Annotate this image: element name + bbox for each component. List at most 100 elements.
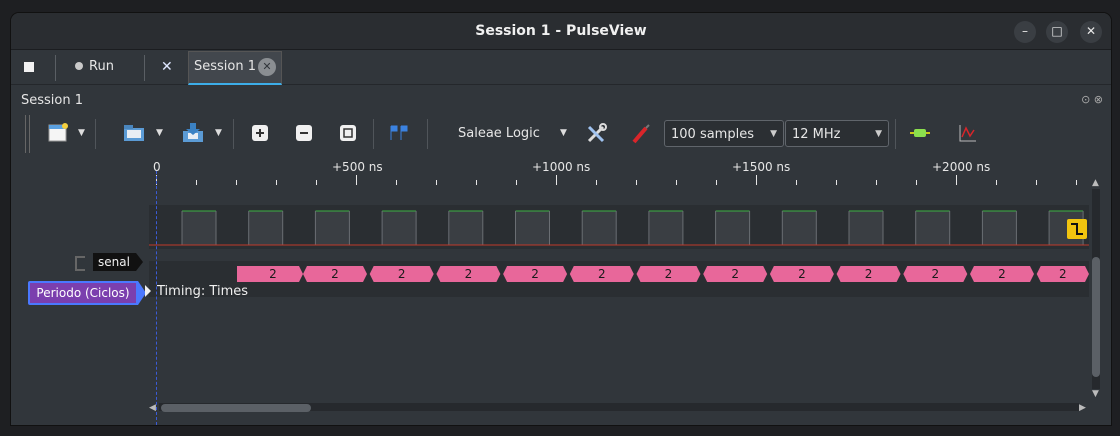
settings-button[interactable]: ✕ [161,50,173,84]
annotation-text: 2 [269,267,277,281]
open-button[interactable] [123,122,145,144]
ruler-tick [636,180,637,185]
high-pulse [182,211,216,245]
save-dropdown-icon[interactable]: ▼ [215,128,222,138]
float-icon[interactable]: ⊙ [1081,93,1090,106]
annotation-text: 2 [731,267,739,281]
ruler-tick [356,175,357,185]
channel-color-icon [75,256,85,271]
folder-icon [124,125,144,141]
ruler-tick [276,180,277,185]
zoom-in-button[interactable] [250,122,272,144]
high-pulse [782,211,817,245]
probe-icon [632,124,650,144]
separator [95,119,96,149]
annotation-text: 2 [1059,267,1067,281]
maximize-button[interactable]: □ [1046,21,1068,43]
decoder-icon [910,129,930,137]
scroll-right-icon[interactable]: ▶ [1079,403,1086,413]
samplerate-combo[interactable]: 12 MHz ▼ [785,120,889,147]
decoder-row-title: Timing: Times [157,284,249,299]
new-session-button[interactable] [47,122,69,144]
waveform [149,210,1089,246]
panel-controls: ⊙ ⊗ [1081,93,1103,106]
ruler-tick [996,180,997,185]
trace-view: 0 +500 ns +1000 ns +1500 ns +2000 ns 2 2 2 2 2 2 2… [11,157,1111,425]
digital-trace[interactable] [149,205,1089,249]
separator [427,119,428,149]
cursor-button[interactable] [388,122,410,144]
high-pulse [915,211,950,245]
ruler-tick [1036,180,1037,185]
channel-label-tail [136,253,143,271]
tools-icon [587,123,607,143]
annotation-text: 2 [465,267,473,281]
run-icon [75,62,83,70]
scroll-down-icon[interactable]: ▼ [1092,389,1099,399]
ruler-tick [316,180,317,185]
device-config-button[interactable] [586,122,608,144]
stop-icon [24,62,34,72]
zoom-fit-button[interactable] [338,122,360,144]
annotation-text: 2 [598,267,606,281]
new-dropdown-icon[interactable]: ▼ [78,128,85,138]
save-button[interactable] [182,122,204,144]
zoom-out-icon [296,125,312,141]
row-expand-icon[interactable] [145,285,151,297]
ruler-tick [836,180,837,185]
time-ruler[interactable]: 0 +500 ns +1000 ns +1500 ns +2000 ns [149,157,1089,187]
zoom-fit-icon [340,125,356,141]
run-button[interactable]: Run [75,50,114,84]
chevron-down-icon: ▼ [875,129,882,139]
annotation-text: 2 [865,267,873,281]
run-label: Run [89,59,114,74]
zoom-out-button[interactable] [294,122,316,144]
decoder-label-periodo[interactable]: Periodo (Ciclos) [28,281,138,305]
minimize-button[interactable]: – [1014,21,1036,43]
tools-icon: ✕ [161,59,173,75]
device-selector[interactable]: Saleae Logic ▼ [458,120,567,147]
window-title: Session 1 - PulseView [475,23,647,39]
chevron-down-icon: ▼ [770,129,777,139]
close-button[interactable]: ✕ [1080,21,1102,43]
decoder-annotations: 2 2 2 2 2 2 2 2 2 2 2 2 2 [237,266,1089,282]
save-icon [183,123,203,142]
separator [895,119,896,149]
ruler-tick [916,180,917,185]
stop-button[interactable] [24,50,34,84]
high-pulse [982,211,1017,245]
high-pulse [382,211,417,245]
channel-label-senal[interactable]: senal [93,253,136,271]
ruler-tick [596,180,597,185]
close-panel-icon[interactable]: ⊗ [1094,93,1103,106]
scroll-up-icon[interactable]: ▲ [1092,178,1099,188]
decoder-trace[interactable]: 2 2 2 2 2 2 2 2 2 2 2 2 2 [149,261,1089,297]
scroll-left-icon[interactable]: ◀ [149,403,156,413]
ruler-tick [436,180,437,185]
tab-session-1[interactable]: Session 1 ✕ [188,51,282,85]
ruler-tick [676,180,677,185]
math-icon [959,125,976,142]
math-channel-button[interactable] [957,122,979,144]
horizontal-scroll-thumb[interactable] [161,404,311,412]
annotation-text: 2 [665,267,673,281]
title-bar: Session 1 - PulseView – □ ✕ [11,13,1111,50]
ruler-tick [956,175,957,185]
probe-config-button[interactable] [630,122,652,144]
trigger-falling-edge-icon[interactable] [1067,219,1087,239]
add-decoder-button[interactable] [909,122,931,144]
separator [55,55,56,81]
toolbar-grip [25,115,30,153]
ruler-label: +500 ns [332,160,383,174]
close-tab-icon[interactable]: ✕ [258,58,276,76]
main-toolbar: ▼ ▼ ▼ Saleae Logic ▼ 100 samples ▼ 12 MH… [23,113,1101,155]
open-dropdown-icon[interactable]: ▼ [156,128,163,138]
ruler-tick [796,180,797,185]
ruler-tick [1076,180,1077,185]
ruler-tick [516,180,517,185]
vertical-scroll-thumb[interactable] [1092,257,1100,377]
samples-combo[interactable]: 100 samples ▼ [664,120,784,147]
annotation-text: 2 [998,267,1006,281]
tab-bar: Run ✕ Session 1 ✕ [11,50,1111,85]
high-pulse [448,211,483,245]
